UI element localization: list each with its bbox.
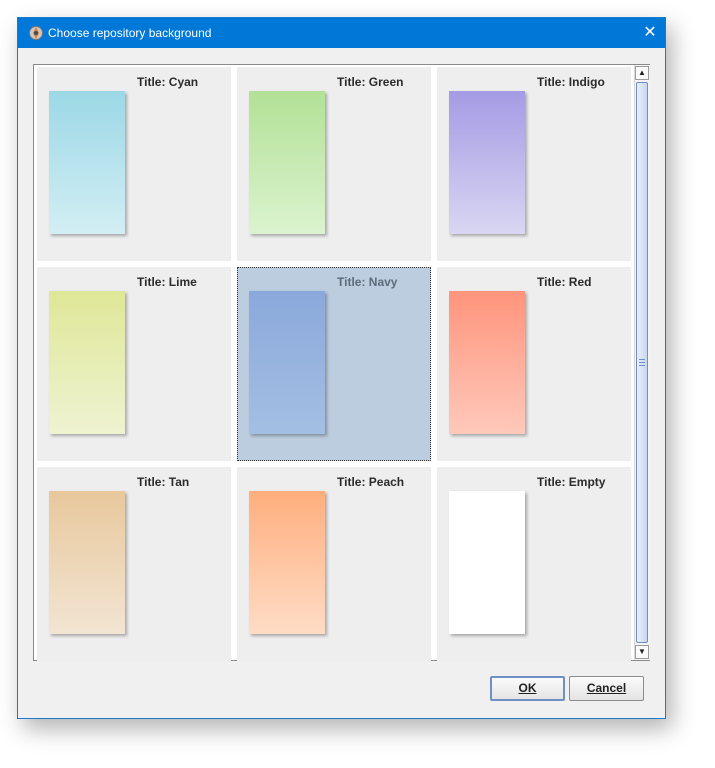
background-option[interactable]: Title: Navy (237, 267, 431, 461)
background-option[interactable]: Title: Empty (437, 467, 631, 661)
background-option[interactable]: Title: Green (237, 67, 431, 261)
background-option[interactable]: Title: Lime (37, 267, 231, 461)
background-option-title: Title: Empty (537, 475, 606, 489)
background-preview-swatch (49, 91, 125, 234)
repository-background-dialog: Choose repository background ✕ Title: Cy… (17, 17, 666, 719)
scrollbar-grip-icon (639, 359, 645, 366)
background-preview-swatch (49, 491, 125, 634)
scroll-down-arrow-icon[interactable]: ▼ (635, 645, 649, 659)
background-preview-swatch (249, 491, 325, 634)
background-option-title: Title: Indigo (537, 75, 605, 89)
ok-button[interactable]: OK (490, 676, 565, 701)
background-option[interactable]: Title: Indigo (437, 67, 631, 261)
background-preview-swatch (449, 91, 525, 234)
title-bar[interactable]: Choose repository background ✕ (18, 18, 665, 48)
background-preview-swatch (449, 291, 525, 434)
background-option-title: Title: Lime (137, 275, 197, 289)
background-option[interactable]: Title: Red (437, 267, 631, 461)
background-preview-swatch (249, 91, 325, 234)
background-option-title: Title: Tan (137, 475, 190, 489)
cancel-button[interactable]: Cancel (569, 676, 644, 701)
scrollbar-thumb[interactable] (636, 82, 648, 643)
background-option-title: Title: Navy (337, 275, 398, 289)
background-option[interactable]: Title: Tan (37, 467, 231, 661)
window-title: Choose repository background (48, 26, 212, 40)
background-option[interactable]: Title: Peach (237, 467, 431, 661)
close-icon[interactable]: ✕ (635, 18, 665, 48)
background-option-title: Title: Green (337, 75, 404, 89)
background-preview-swatch (449, 491, 525, 634)
background-option-title: Title: Peach (337, 475, 405, 489)
background-option-title: Title: Cyan (137, 75, 199, 89)
vertical-scrollbar[interactable]: ▲ ▼ (634, 65, 650, 660)
scroll-up-arrow-icon[interactable]: ▲ (635, 66, 649, 80)
background-preview-swatch (249, 291, 325, 434)
background-option-title: Title: Red (537, 275, 592, 289)
app-logo-icon (29, 26, 43, 40)
background-option[interactable]: Title: Cyan (37, 67, 231, 261)
background-scroll-pane[interactable]: Title: Cyan Title: Green Title: Indigo Titl… (33, 64, 650, 661)
background-preview-swatch (49, 291, 125, 434)
background-grid: Title: Cyan Title: Green Title: Indigo Titl… (37, 67, 634, 661)
